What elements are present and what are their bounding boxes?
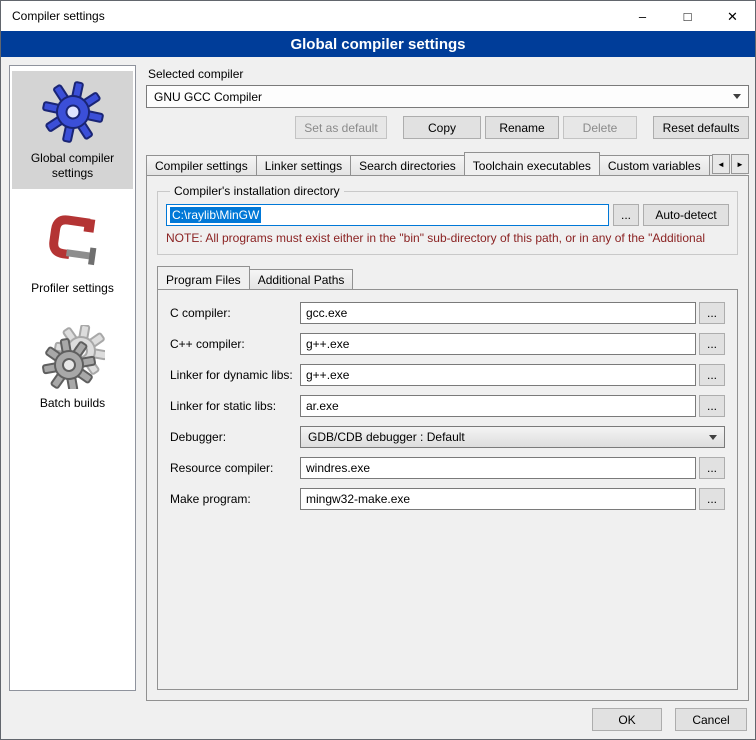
- toolchain-executables-panel: Compiler's installation directory C:\ray…: [146, 175, 749, 701]
- debugger-combobox[interactable]: GDB/CDB debugger : Default: [300, 426, 725, 448]
- ok-button[interactable]: OK: [592, 708, 662, 731]
- selected-path-text: C:\raylib\MinGW: [170, 207, 261, 223]
- compiler-button-row: Set as default Copy Rename Delete Reset …: [146, 116, 749, 139]
- set-as-default-button: Set as default: [295, 116, 387, 139]
- resource-compiler-input[interactable]: [300, 457, 696, 479]
- tab-program-files[interactable]: Program Files: [157, 266, 250, 289]
- cpp-compiler-input[interactable]: [300, 333, 696, 355]
- selected-compiler-value: GNU GCC Compiler: [154, 90, 727, 104]
- program-files-panel: C compiler: ... C++ compiler: ... Linker…: [157, 289, 738, 690]
- maximize-icon: □: [684, 10, 692, 23]
- cpp-compiler-browse-button[interactable]: ...: [699, 333, 725, 355]
- c-compiler-browse-button[interactable]: ...: [699, 302, 725, 324]
- close-icon: ✕: [727, 10, 738, 23]
- auto-detect-button[interactable]: Auto-detect: [643, 204, 729, 226]
- debugger-value: GDB/CDB debugger : Default: [308, 430, 703, 444]
- field-row-cpp-compiler: C++ compiler: ...: [170, 333, 725, 355]
- main-tab-strip: Compiler settings Linker settings Search…: [146, 151, 749, 175]
- static-linker-input[interactable]: [300, 395, 696, 417]
- field-row-static-linker: Linker for static libs: ...: [170, 395, 725, 417]
- selected-compiler-label: Selected compiler: [148, 67, 749, 81]
- dynamic-linker-label: Linker for dynamic libs:: [170, 368, 300, 382]
- installation-directory-input[interactable]: C:\raylib\MinGW: [166, 204, 609, 226]
- copy-button[interactable]: Copy: [403, 116, 481, 139]
- delete-button: Delete: [563, 116, 637, 139]
- groupbox-title: Compiler's installation directory: [170, 184, 344, 198]
- tab-scroll-controls: ◄ ►: [712, 154, 749, 174]
- selected-compiler-combobox[interactable]: GNU GCC Compiler: [146, 85, 749, 108]
- note-text: NOTE: All programs must exist either in …: [166, 231, 729, 245]
- cancel-button[interactable]: Cancel: [675, 708, 747, 731]
- field-row-dynamic-linker: Linker for dynamic libs: ...: [170, 364, 725, 386]
- reset-defaults-button[interactable]: Reset defaults: [653, 116, 749, 139]
- static-linker-label: Linker for static libs:: [170, 399, 300, 413]
- sidebar-item-label: Batch builds: [40, 396, 105, 411]
- settings-main: Selected compiler GNU GCC Compiler Set a…: [146, 63, 749, 701]
- tab-additional-paths[interactable]: Additional Paths: [249, 269, 354, 289]
- gears-gray-icon: [41, 325, 105, 389]
- cpp-compiler-label: C++ compiler:: [170, 337, 300, 351]
- resource-compiler-label: Resource compiler:: [170, 461, 300, 475]
- c-compiler-input[interactable]: [300, 302, 696, 324]
- close-button[interactable]: ✕: [710, 1, 755, 31]
- c-compiler-label: C compiler:: [170, 306, 300, 320]
- tab-scroll-right-button[interactable]: ►: [731, 154, 749, 174]
- left-arrow-icon: ◄: [717, 160, 725, 169]
- rename-button[interactable]: Rename: [485, 116, 559, 139]
- category-sidebar: Global compiler settings Profiler settin…: [9, 65, 136, 691]
- sidebar-item-label: Global compiler settings: [15, 151, 130, 181]
- make-program-input[interactable]: [300, 488, 696, 510]
- tab-toolchain-executables[interactable]: Toolchain executables: [464, 152, 600, 175]
- maximize-button[interactable]: □: [665, 1, 710, 31]
- installation-browse-button[interactable]: ...: [613, 204, 639, 226]
- minimize-icon: –: [639, 10, 646, 23]
- main-tabs: Compiler settings Linker settings Search…: [146, 151, 749, 175]
- field-row-make-program: Make program: ...: [170, 488, 725, 510]
- sidebar-item-global-compiler-settings[interactable]: Global compiler settings: [12, 71, 133, 189]
- chevron-down-icon: [709, 435, 717, 440]
- dialog-header-title: Global compiler settings: [290, 36, 465, 53]
- field-row-debugger: Debugger: GDB/CDB debugger : Default: [170, 426, 725, 448]
- dynamic-linker-browse-button[interactable]: ...: [699, 364, 725, 386]
- sidebar-item-profiler-settings[interactable]: Profiler settings: [12, 201, 133, 304]
- dynamic-linker-input[interactable]: [300, 364, 696, 386]
- clamp-red-icon: [41, 210, 105, 274]
- dialog-header: Global compiler settings: [1, 31, 755, 57]
- field-row-c-compiler: C compiler: ...: [170, 302, 725, 324]
- dialog-footer: OK Cancel: [592, 708, 747, 731]
- field-row-resource-compiler: Resource compiler: ...: [170, 457, 725, 479]
- sub-tabs: Program Files Additional Paths: [157, 265, 738, 289]
- installation-directory-row: C:\raylib\MinGW ... Auto-detect: [166, 204, 729, 226]
- make-program-browse-button[interactable]: ...: [699, 488, 725, 510]
- resource-compiler-browse-button[interactable]: ...: [699, 457, 725, 479]
- debugger-label: Debugger:: [170, 430, 300, 444]
- sub-tab-strip: Program Files Additional Paths: [157, 265, 738, 289]
- installation-directory-groupbox: Compiler's installation directory C:\ray…: [157, 184, 738, 255]
- tab-scroll-left-button[interactable]: ◄: [712, 154, 730, 174]
- sidebar-item-batch-builds[interactable]: Batch builds: [12, 316, 133, 419]
- window-title: Compiler settings: [1, 9, 620, 23]
- tab-compiler-settings[interactable]: Compiler settings: [146, 155, 257, 175]
- tab-custom-variables[interactable]: Custom variables: [599, 155, 710, 175]
- compiler-settings-dialog: Compiler settings – □ ✕ Global compiler …: [0, 0, 756, 740]
- sidebar-item-label: Profiler settings: [31, 281, 114, 296]
- gear-blue-icon: [41, 80, 105, 144]
- chevron-down-icon: [733, 94, 741, 99]
- tab-linker-settings[interactable]: Linker settings: [256, 155, 351, 175]
- static-linker-browse-button[interactable]: ...: [699, 395, 725, 417]
- titlebar: Compiler settings – □ ✕: [1, 1, 755, 31]
- tab-search-directories[interactable]: Search directories: [350, 155, 465, 175]
- minimize-button[interactable]: –: [620, 1, 665, 31]
- right-arrow-icon: ►: [736, 160, 744, 169]
- make-program-label: Make program:: [170, 492, 300, 506]
